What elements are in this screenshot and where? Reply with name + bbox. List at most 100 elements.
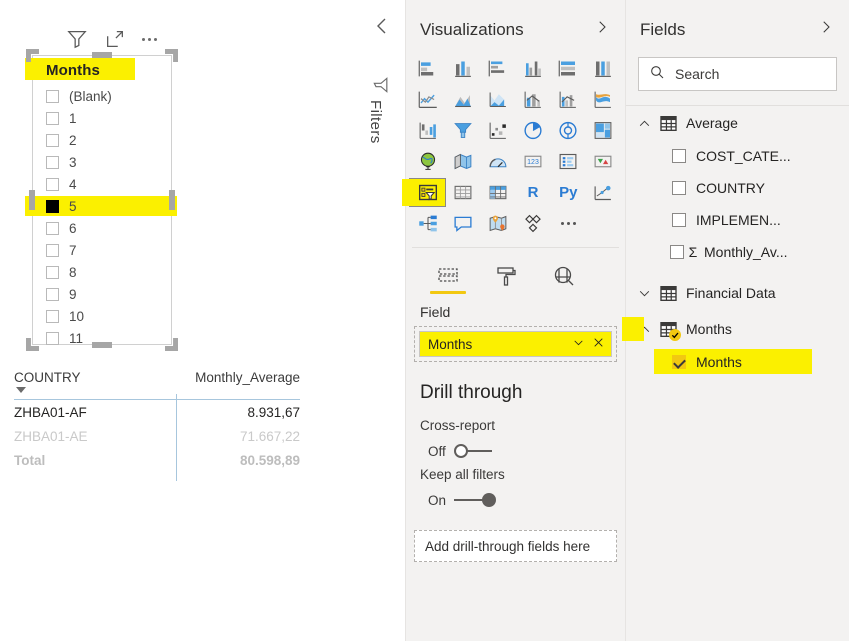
- slicer-checkbox[interactable]: [46, 243, 59, 257]
- more-options-icon[interactable]: [142, 28, 157, 50]
- focus-mode-icon[interactable]: [104, 28, 126, 50]
- field-checkbox[interactable]: [672, 149, 686, 163]
- line-clustered-column-chart-icon[interactable]: [551, 86, 586, 113]
- slicer-item[interactable]: 2: [46, 129, 171, 151]
- slicer-item[interactable]: 7: [46, 239, 171, 261]
- chevron-down-icon[interactable]: [572, 336, 585, 352]
- field-checkbox[interactable]: [670, 245, 684, 259]
- chevron-right-icon[interactable]: [817, 18, 835, 41]
- card-icon[interactable]: 123: [516, 148, 551, 175]
- pie-chart-icon[interactable]: [516, 117, 551, 144]
- clustered-bar-chart-icon[interactable]: [480, 55, 515, 82]
- slicer-item[interactable]: 1: [46, 107, 171, 129]
- keep-all-filters-toggle[interactable]: [454, 492, 497, 508]
- resize-handle-top[interactable]: [92, 52, 112, 58]
- field-checkbox-checked[interactable]: [672, 355, 686, 369]
- field-dropzone[interactable]: Months: [414, 326, 617, 362]
- slicer-checkbox[interactable]: [46, 133, 59, 147]
- slicer-checkbox[interactable]: [46, 265, 59, 279]
- donut-chart-icon[interactable]: [551, 117, 586, 144]
- paginated-report-icon[interactable]: [516, 210, 551, 237]
- line-stacked-column-chart-icon[interactable]: [516, 86, 551, 113]
- drill-through-dropzone[interactable]: Add drill-through fields here: [414, 530, 617, 562]
- slicer-item-selected[interactable]: 5: [25, 195, 177, 217]
- slicer-item[interactable]: 9: [46, 283, 171, 305]
- field-chip-months[interactable]: Months: [419, 331, 612, 357]
- chevron-right-icon[interactable]: [593, 18, 611, 41]
- chevron-left-icon[interactable]: [370, 14, 394, 38]
- resize-handle-left[interactable]: [29, 190, 35, 210]
- filled-map-icon[interactable]: [445, 148, 480, 175]
- stacked-column-chart-icon[interactable]: [445, 55, 480, 82]
- more-visuals-icon[interactable]: [551, 210, 586, 237]
- r-script-visual-icon[interactable]: R: [516, 179, 551, 206]
- area-chart-icon[interactable]: [445, 86, 480, 113]
- slicer-item[interactable]: 6: [46, 217, 171, 239]
- slicer-item[interactable]: 10: [46, 305, 171, 327]
- field-row-cost-category[interactable]: COST_CATE...: [626, 140, 849, 172]
- kpi-icon[interactable]: [586, 148, 621, 175]
- search-input[interactable]: Search: [638, 57, 837, 91]
- key-influencers-icon[interactable]: [586, 179, 621, 206]
- slicer-item[interactable]: (Blank): [46, 85, 171, 107]
- gauge-icon[interactable]: [480, 148, 515, 175]
- slicer-icon[interactable]: [401, 178, 447, 207]
- slicer-checkbox[interactable]: [46, 309, 59, 323]
- cross-report-toggle-row[interactable]: Off: [406, 433, 625, 459]
- 100-stacked-bar-chart-icon[interactable]: [551, 55, 586, 82]
- slicer-visual[interactable]: Months (Blank) 1 2 3 4 5 6 7 8 9 10 11: [25, 49, 178, 351]
- slicer-item[interactable]: 8: [46, 261, 171, 283]
- slicer-checkbox[interactable]: [46, 331, 59, 345]
- line-chart-icon[interactable]: [410, 86, 445, 113]
- filters-pane-collapsed[interactable]: Filters: [360, 0, 405, 641]
- map-icon[interactable]: [410, 148, 445, 175]
- decomposition-tree-icon[interactable]: [410, 210, 445, 237]
- field-row-months[interactable]: Months: [626, 346, 849, 378]
- table-icon[interactable]: [445, 179, 480, 206]
- resize-handle-bottom[interactable]: [92, 342, 112, 348]
- stacked-bar-chart-icon[interactable]: [410, 55, 445, 82]
- slicer-item[interactable]: 3: [46, 151, 171, 173]
- field-checkbox[interactable]: [672, 213, 686, 227]
- field-row-country[interactable]: COUNTRY: [626, 172, 849, 204]
- clustered-column-chart-icon[interactable]: [516, 55, 551, 82]
- table-row[interactable]: ZHBA01-AF 8.931,67: [14, 400, 300, 424]
- slicer-checkbox[interactable]: [46, 177, 59, 191]
- column-header-country[interactable]: COUNTRY: [14, 370, 81, 393]
- slicer-checkbox[interactable]: [46, 155, 59, 169]
- chevron-up-icon[interactable]: [638, 117, 651, 130]
- slicer-checkbox[interactable]: [46, 221, 59, 235]
- slicer-checkbox-checked[interactable]: [46, 199, 59, 213]
- tab-analytics[interactable]: [548, 260, 580, 294]
- ribbon-chart-icon[interactable]: [586, 86, 621, 113]
- funnel-chart-icon[interactable]: [445, 117, 480, 144]
- fields-table-financial-data[interactable]: Financial Data: [626, 276, 849, 310]
- scatter-chart-icon[interactable]: [480, 117, 515, 144]
- keep-all-filters-toggle-row[interactable]: On: [406, 482, 625, 508]
- matrix-icon[interactable]: [480, 179, 515, 206]
- slicer-checkbox[interactable]: [46, 111, 59, 125]
- python-visual-icon[interactable]: Py: [551, 179, 586, 206]
- slicer-item[interactable]: 4: [46, 173, 171, 195]
- resize-handle-right[interactable]: [169, 190, 175, 210]
- field-checkbox[interactable]: [672, 181, 686, 195]
- slicer-checkbox[interactable]: [46, 287, 59, 301]
- q-and-a-icon[interactable]: [445, 210, 480, 237]
- multi-row-card-icon[interactable]: [551, 148, 586, 175]
- table-row[interactable]: ZHBA01-AE 71.667,22: [14, 424, 300, 448]
- arcgis-maps-icon[interactable]: [480, 210, 515, 237]
- cross-report-toggle[interactable]: [453, 443, 496, 459]
- fields-table-months[interactable]: Months: [622, 312, 849, 346]
- stacked-area-chart-icon[interactable]: [480, 86, 515, 113]
- field-row-implementation[interactable]: IMPLEMEN...: [626, 204, 849, 236]
- column-header-monthly-average[interactable]: Monthly_Average: [195, 370, 300, 385]
- tab-fields[interactable]: [430, 260, 466, 294]
- treemap-icon[interactable]: [586, 117, 621, 144]
- close-icon[interactable]: [592, 336, 605, 352]
- fields-table-average[interactable]: Average: [626, 106, 849, 140]
- filter-icon[interactable]: [66, 28, 88, 50]
- tab-format[interactable]: [490, 260, 522, 294]
- field-row-monthly-average[interactable]: Σ Monthly_Av...: [626, 236, 849, 268]
- chevron-down-icon[interactable]: [638, 287, 651, 300]
- 100-stacked-column-chart-icon[interactable]: [586, 55, 621, 82]
